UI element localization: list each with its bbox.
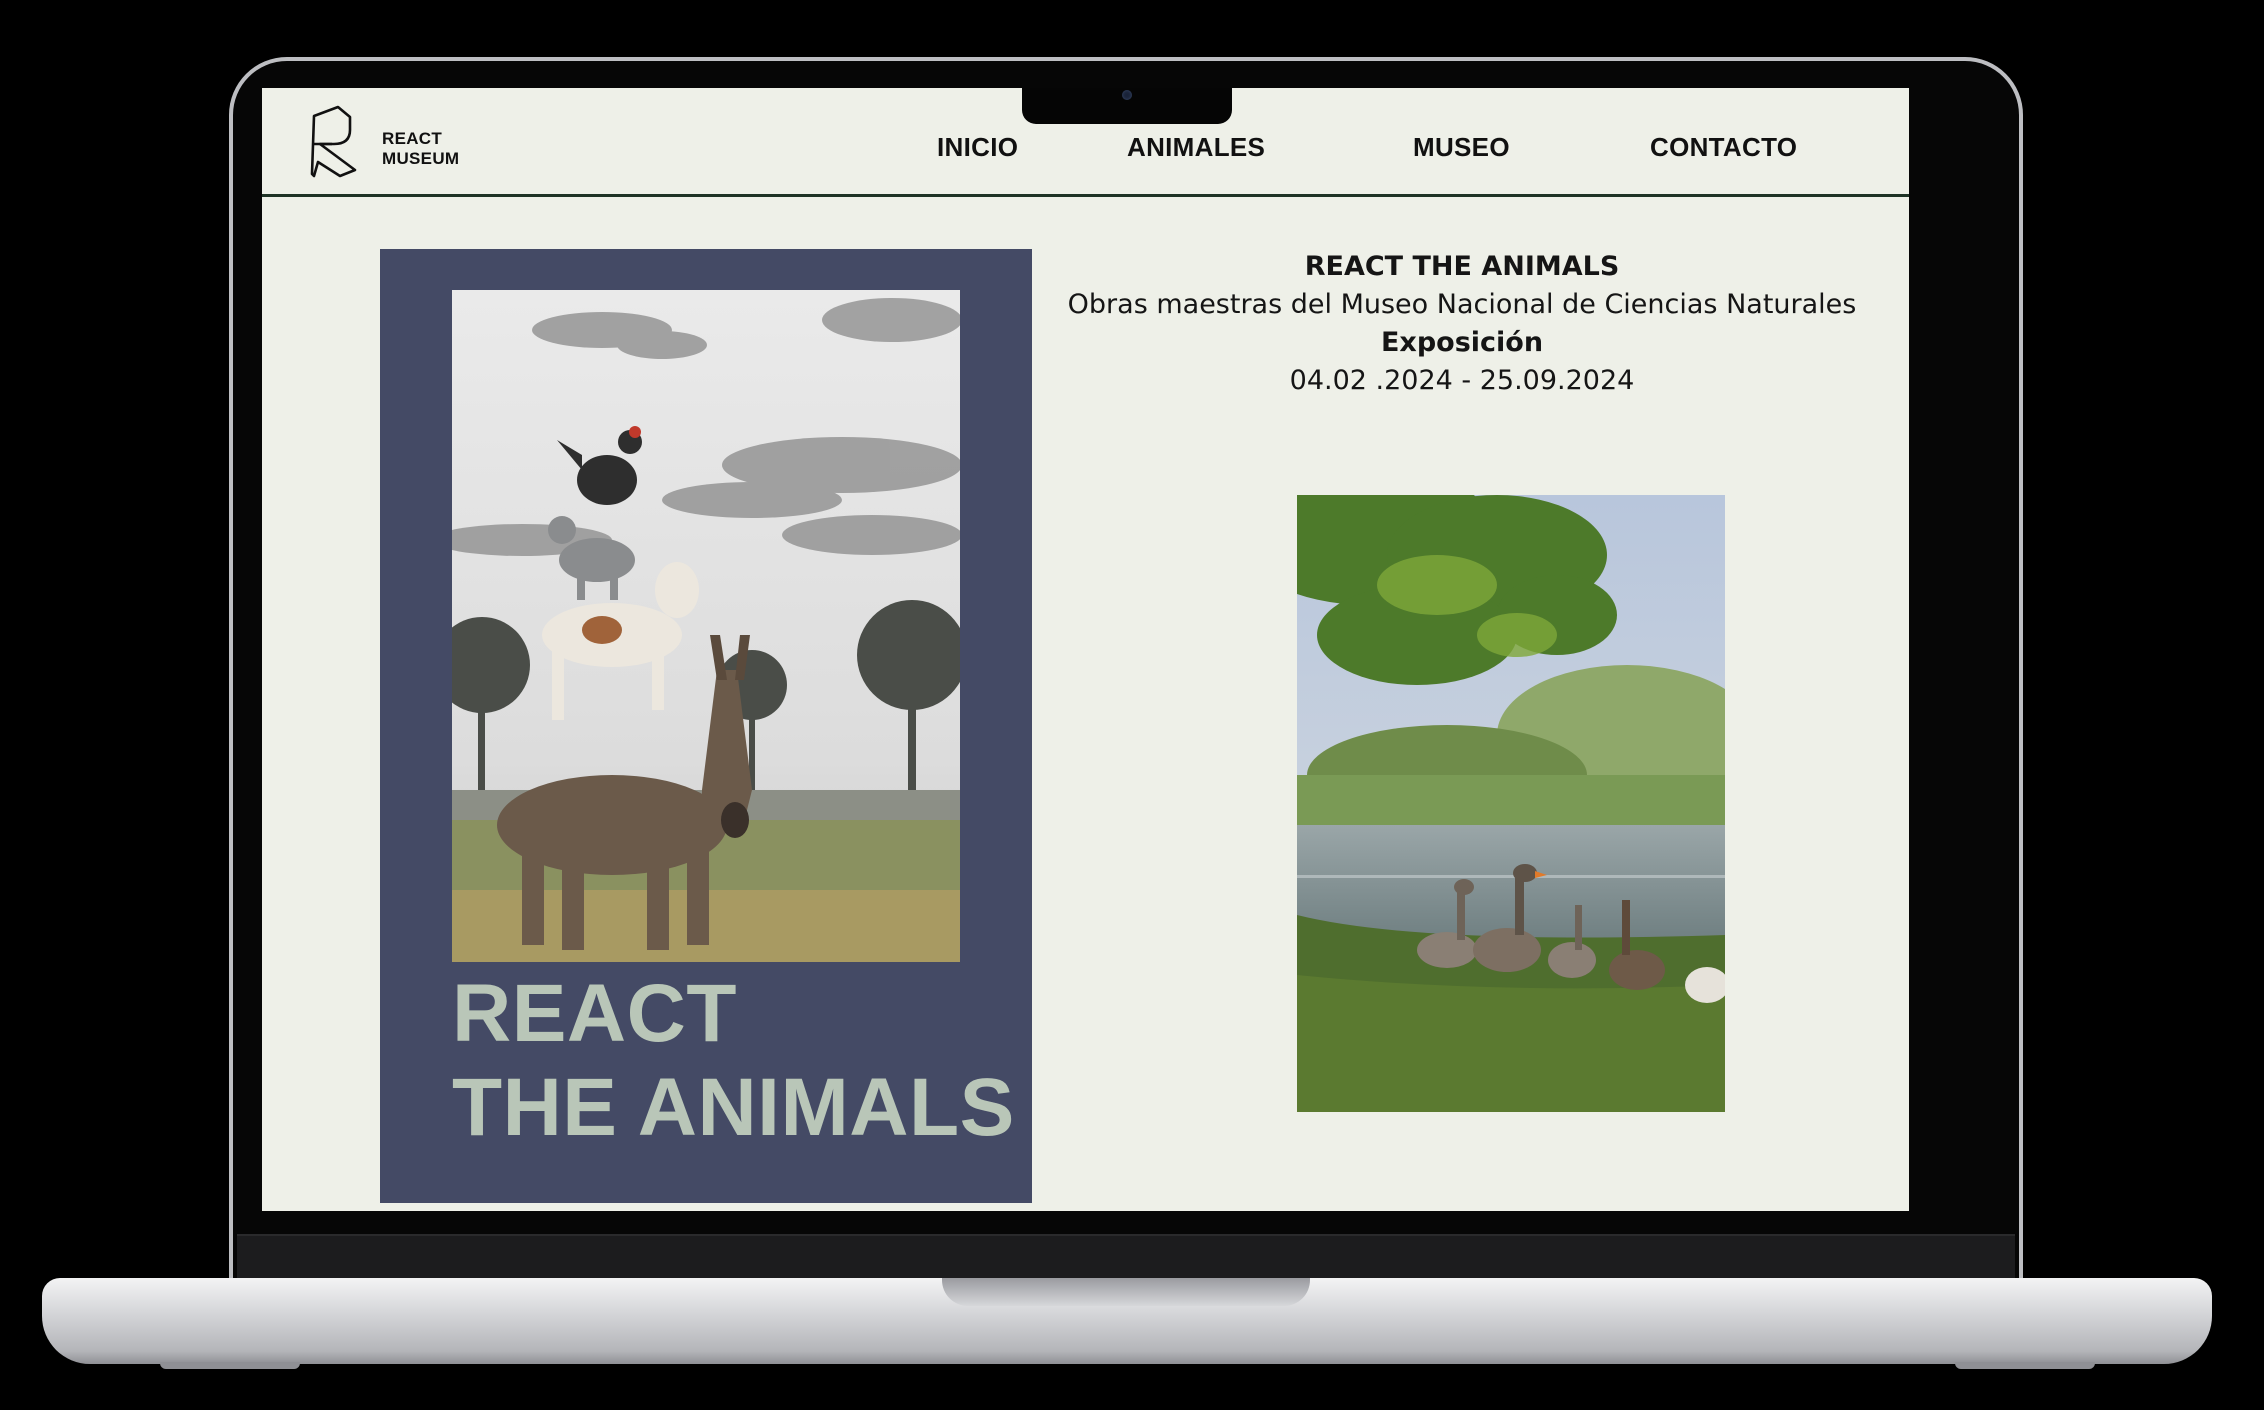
bremen-animals-image (452, 290, 960, 962)
nav-inicio[interactable]: INICIO (937, 132, 1018, 163)
laptop-opening-notch (942, 1278, 1310, 1306)
site-logo[interactable]: REACT MUSEUM (308, 103, 459, 181)
exhibition-info: REACT THE ANIMALS Obras maestras del Mus… (1042, 248, 1882, 400)
geese-image (1297, 495, 1725, 1112)
geese-by-lake-photo[interactable] (1297, 495, 1725, 1112)
poster-title: REACT THE ANIMALS (452, 967, 1015, 1155)
animal-stack-photo (452, 290, 960, 962)
nav-animales[interactable]: ANIMALES (1127, 132, 1265, 163)
nav-museo[interactable]: MUSEO (1413, 132, 1510, 163)
laptop-hinge (237, 1234, 2015, 1282)
exhibition-poster[interactable]: REACT THE ANIMALS (380, 249, 1032, 1203)
poster-title-line1: REACT (452, 968, 737, 1059)
nav-contacto[interactable]: CONTACTO (1650, 132, 1797, 163)
laptop-foot-right (1955, 1362, 2095, 1369)
camera-icon (1122, 90, 1132, 100)
exhibition-title: REACT THE ANIMALS (1304, 251, 1620, 282)
browser-viewport: REACT MUSEUM INICIO ANIMALES MUSEO CONTA… (262, 88, 1909, 1211)
exhibition-dates: 04.02 .2024 - 25.09.2024 (1289, 365, 1635, 396)
logo-text-museum: MUSEUM (382, 149, 460, 168)
exhibition-subtitle: Obras maestras del Museo Nacional de Cie… (1067, 289, 1857, 320)
react-museum-logo-icon (310, 105, 357, 178)
exhibition-label: Exposición (1380, 327, 1544, 358)
poster-title-line2: THE ANIMALS (452, 1062, 1015, 1153)
laptop-foot-left (160, 1362, 300, 1369)
logo-text-react: REACT (382, 129, 443, 148)
